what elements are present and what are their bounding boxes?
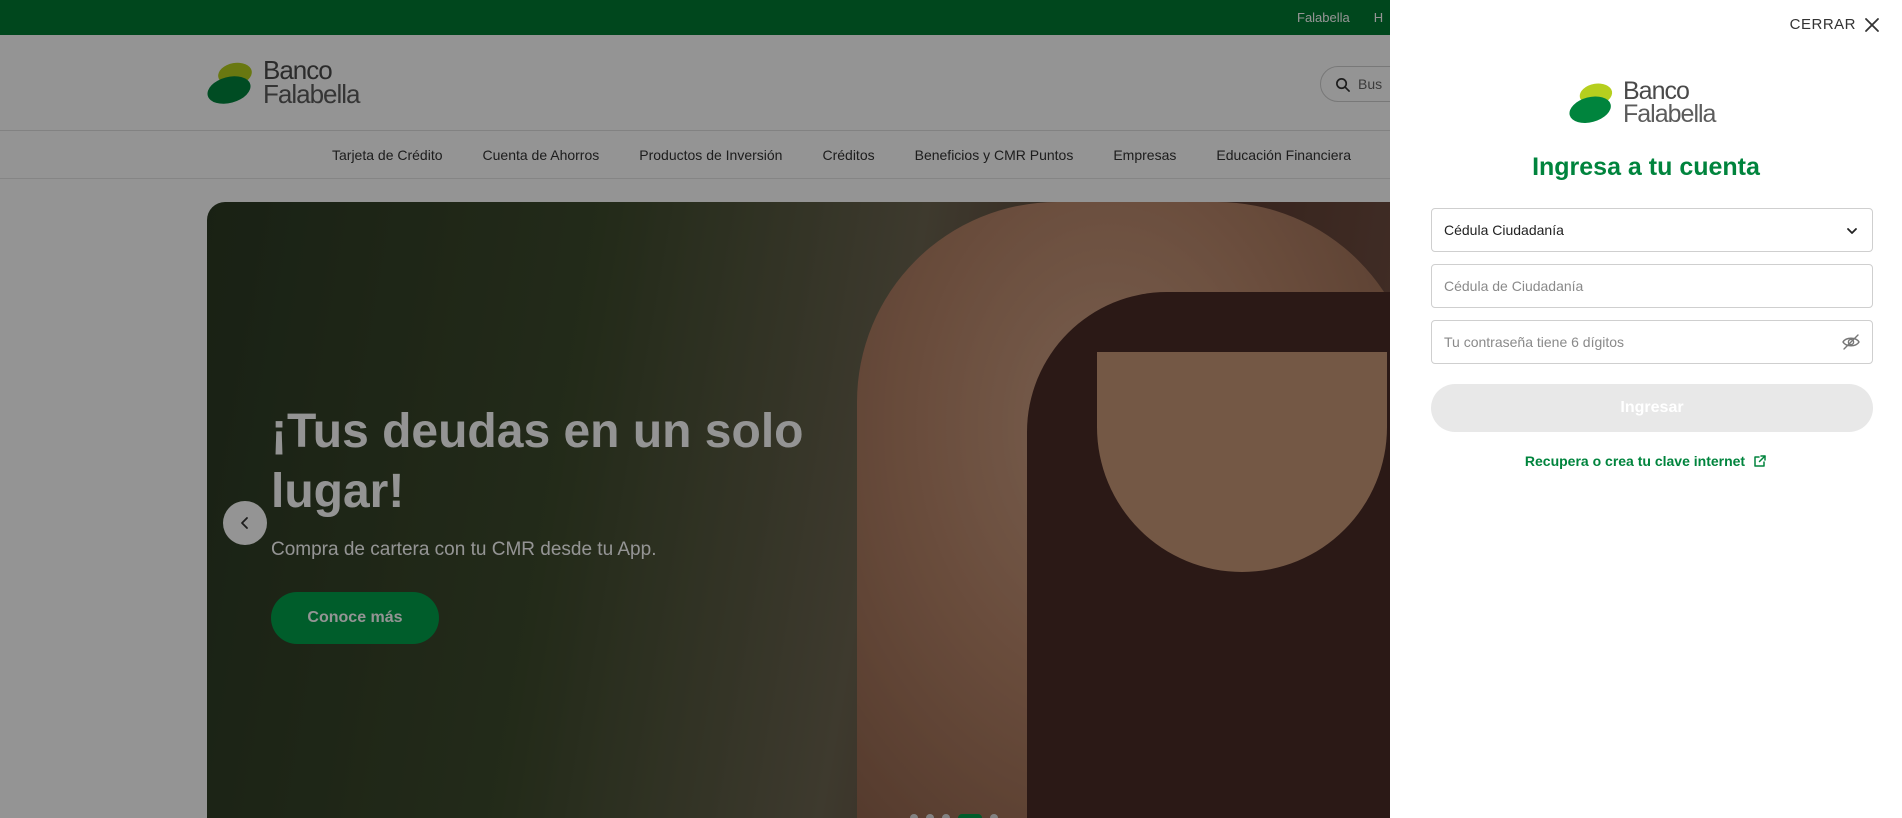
login-title: Ingresa a tu cuenta: [1532, 153, 1760, 181]
login-panel: CERRAR Banco Falabella Ingresa a tu cuen…: [1390, 0, 1902, 818]
modal-backdrop[interactable]: [0, 0, 1390, 818]
chevron-down-icon: [1847, 228, 1857, 234]
recover-link-label: Recupera o crea tu clave internet: [1524, 453, 1746, 469]
external-link-icon: [1754, 455, 1766, 467]
password-input[interactable]: [1431, 320, 1873, 364]
eye-off-icon[interactable]: [1841, 332, 1861, 352]
close-icon: [1865, 17, 1879, 32]
close-label: CERRAR: [1789, 16, 1856, 33]
document-type-select[interactable]: Cédula Ciudadanía: [1431, 208, 1873, 252]
id-number-input[interactable]: [1431, 264, 1873, 308]
panel-brand-logo: Banco Falabella: [1569, 78, 1716, 128]
recover-password-link[interactable]: Recupera o crea tu clave internet: [1390, 453, 1902, 469]
submit-button[interactable]: Ingresar: [1431, 384, 1873, 432]
leaf-logo-icon: [1569, 83, 1613, 123]
panel-brand-line-2: Falabella: [1623, 100, 1716, 128]
close-button[interactable]: CERRAR: [1790, 16, 1880, 33]
password-field: [1431, 320, 1873, 364]
document-type-value: Cédula Ciudadanía: [1444, 222, 1564, 238]
panel-brand-wordmark: Banco Falabella: [1623, 79, 1716, 128]
